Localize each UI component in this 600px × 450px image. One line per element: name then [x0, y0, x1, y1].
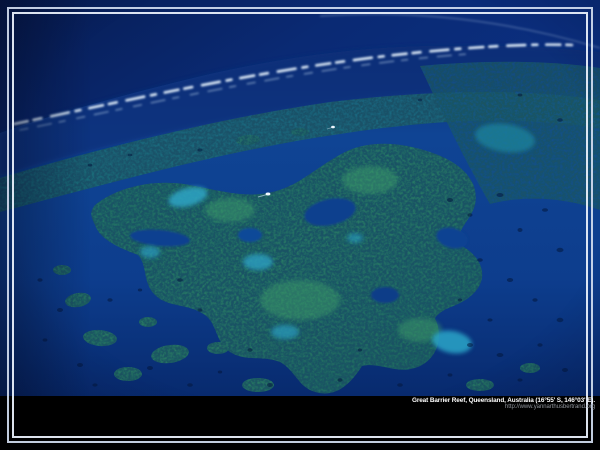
caption-location: Great Barrier Reef, Queensland, Australi… [412, 397, 595, 404]
vignette-overlay [0, 0, 600, 450]
wallpaper: Great Barrier Reef, Queensland, Australi… [0, 0, 600, 450]
reef-aerial-photo [0, 0, 600, 450]
photo-caption: Great Barrier Reef, Queensland, Australi… [412, 397, 595, 411]
caption-credit-url: http://www.yannarthusbertrand.org [412, 404, 595, 411]
